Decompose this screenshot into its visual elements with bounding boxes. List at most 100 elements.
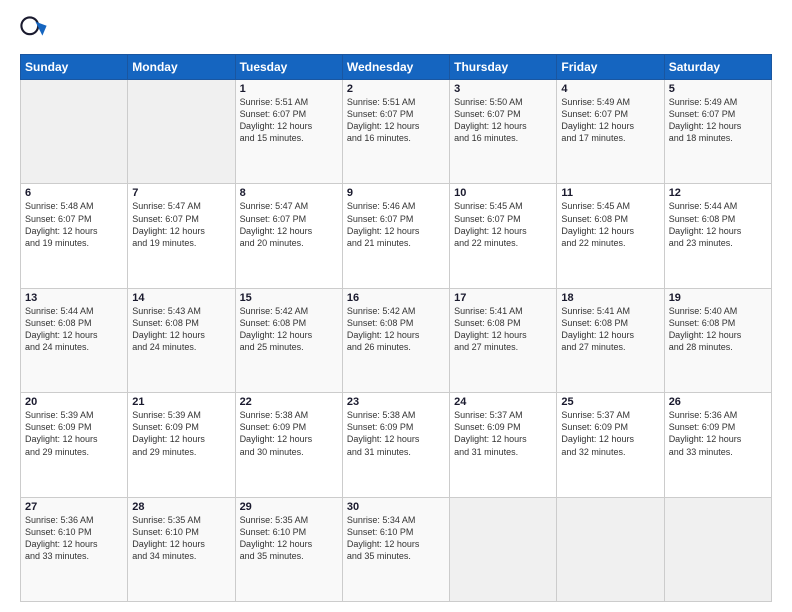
day-number: 2 bbox=[347, 83, 445, 95]
day-info: Sunrise: 5:45 AM Sunset: 6:07 PM Dayligh… bbox=[454, 200, 552, 249]
day-info: Sunrise: 5:50 AM Sunset: 6:07 PM Dayligh… bbox=[454, 96, 552, 145]
day-number: 4 bbox=[561, 83, 659, 95]
calendar-table: SundayMondayTuesdayWednesdayThursdayFrid… bbox=[20, 54, 772, 602]
calendar-week-row: 6Sunrise: 5:48 AM Sunset: 6:07 PM Daylig… bbox=[21, 184, 772, 288]
day-number: 28 bbox=[132, 501, 230, 513]
calendar-week-row: 13Sunrise: 5:44 AM Sunset: 6:08 PM Dayli… bbox=[21, 288, 772, 392]
day-info: Sunrise: 5:39 AM Sunset: 6:09 PM Dayligh… bbox=[132, 409, 230, 458]
day-number: 27 bbox=[25, 501, 123, 513]
calendar-cell: 25Sunrise: 5:37 AM Sunset: 6:09 PM Dayli… bbox=[557, 393, 664, 497]
day-number: 3 bbox=[454, 83, 552, 95]
calendar-cell: 4Sunrise: 5:49 AM Sunset: 6:07 PM Daylig… bbox=[557, 80, 664, 184]
day-info: Sunrise: 5:34 AM Sunset: 6:10 PM Dayligh… bbox=[347, 514, 445, 563]
day-number: 26 bbox=[669, 396, 767, 408]
day-info: Sunrise: 5:42 AM Sunset: 6:08 PM Dayligh… bbox=[347, 305, 445, 354]
day-info: Sunrise: 5:46 AM Sunset: 6:07 PM Dayligh… bbox=[347, 200, 445, 249]
day-of-week-header: Monday bbox=[128, 55, 235, 80]
calendar-cell: 15Sunrise: 5:42 AM Sunset: 6:08 PM Dayli… bbox=[235, 288, 342, 392]
calendar-cell: 8Sunrise: 5:47 AM Sunset: 6:07 PM Daylig… bbox=[235, 184, 342, 288]
calendar-cell: 12Sunrise: 5:44 AM Sunset: 6:08 PM Dayli… bbox=[664, 184, 771, 288]
day-info: Sunrise: 5:37 AM Sunset: 6:09 PM Dayligh… bbox=[561, 409, 659, 458]
day-number: 22 bbox=[240, 396, 338, 408]
logo bbox=[20, 16, 50, 44]
day-number: 12 bbox=[669, 187, 767, 199]
day-number: 9 bbox=[347, 187, 445, 199]
calendar-cell: 22Sunrise: 5:38 AM Sunset: 6:09 PM Dayli… bbox=[235, 393, 342, 497]
calendar-cell: 10Sunrise: 5:45 AM Sunset: 6:07 PM Dayli… bbox=[450, 184, 557, 288]
calendar-cell bbox=[450, 497, 557, 601]
day-info: Sunrise: 5:43 AM Sunset: 6:08 PM Dayligh… bbox=[132, 305, 230, 354]
calendar-cell: 2Sunrise: 5:51 AM Sunset: 6:07 PM Daylig… bbox=[342, 80, 449, 184]
day-number: 30 bbox=[347, 501, 445, 513]
calendar-cell bbox=[557, 497, 664, 601]
day-number: 21 bbox=[132, 396, 230, 408]
day-of-week-header: Tuesday bbox=[235, 55, 342, 80]
day-number: 7 bbox=[132, 187, 230, 199]
calendar-cell bbox=[128, 80, 235, 184]
calendar-cell bbox=[664, 497, 771, 601]
day-info: Sunrise: 5:38 AM Sunset: 6:09 PM Dayligh… bbox=[240, 409, 338, 458]
calendar-cell: 28Sunrise: 5:35 AM Sunset: 6:10 PM Dayli… bbox=[128, 497, 235, 601]
calendar-cell: 3Sunrise: 5:50 AM Sunset: 6:07 PM Daylig… bbox=[450, 80, 557, 184]
calendar-week-row: 1 Sunrise: 5:51 AM Sunset: 6:07 PM Daylig… bbox=[21, 80, 772, 184]
calendar-cell: 23Sunrise: 5:38 AM Sunset: 6:09 PM Dayli… bbox=[342, 393, 449, 497]
day-info: Sunrise: 5:48 AM Sunset: 6:07 PM Dayligh… bbox=[25, 200, 123, 249]
calendar-cell: 21Sunrise: 5:39 AM Sunset: 6:09 PM Dayli… bbox=[128, 393, 235, 497]
day-info: Sunrise: 5:41 AM Sunset: 6:08 PM Dayligh… bbox=[561, 305, 659, 354]
day-number: 18 bbox=[561, 292, 659, 304]
day-number: 15 bbox=[240, 292, 338, 304]
calendar-header-row: SundayMondayTuesdayWednesdayThursdayFrid… bbox=[21, 55, 772, 80]
day-number: 1 bbox=[240, 83, 338, 95]
calendar-cell: 19Sunrise: 5:40 AM Sunset: 6:08 PM Dayli… bbox=[664, 288, 771, 392]
calendar-week-row: 20Sunrise: 5:39 AM Sunset: 6:09 PM Dayli… bbox=[21, 393, 772, 497]
logo-icon bbox=[20, 16, 48, 44]
day-number: 23 bbox=[347, 396, 445, 408]
header bbox=[20, 16, 772, 44]
calendar-cell: 29Sunrise: 5:35 AM Sunset: 6:10 PM Dayli… bbox=[235, 497, 342, 601]
day-number: 11 bbox=[561, 187, 659, 199]
calendar-week-row: 27Sunrise: 5:36 AM Sunset: 6:10 PM Dayli… bbox=[21, 497, 772, 601]
day-number: 29 bbox=[240, 501, 338, 513]
calendar-cell: 13Sunrise: 5:44 AM Sunset: 6:08 PM Dayli… bbox=[21, 288, 128, 392]
day-info: Sunrise: 5:47 AM Sunset: 6:07 PM Dayligh… bbox=[132, 200, 230, 249]
day-info: Sunrise: 5:47 AM Sunset: 6:07 PM Dayligh… bbox=[240, 200, 338, 249]
calendar-cell: 1Sunrise: 5:51 AM Sunset: 6:07 PM Daylig… bbox=[235, 80, 342, 184]
day-number: 10 bbox=[454, 187, 552, 199]
day-info: Sunrise: 5:36 AM Sunset: 6:09 PM Dayligh… bbox=[669, 409, 767, 458]
calendar-cell: 26Sunrise: 5:36 AM Sunset: 6:09 PM Dayli… bbox=[664, 393, 771, 497]
calendar-cell: 17Sunrise: 5:41 AM Sunset: 6:08 PM Dayli… bbox=[450, 288, 557, 392]
calendar-cell: 5Sunrise: 5:49 AM Sunset: 6:07 PM Daylig… bbox=[664, 80, 771, 184]
day-number: 17 bbox=[454, 292, 552, 304]
calendar-cell: 9Sunrise: 5:46 AM Sunset: 6:07 PM Daylig… bbox=[342, 184, 449, 288]
calendar-cell: 16Sunrise: 5:42 AM Sunset: 6:08 PM Dayli… bbox=[342, 288, 449, 392]
day-number: 25 bbox=[561, 396, 659, 408]
day-number: 5 bbox=[669, 83, 767, 95]
day-info: Sunrise: 5:45 AM Sunset: 6:08 PM Dayligh… bbox=[561, 200, 659, 249]
calendar-cell: 6Sunrise: 5:48 AM Sunset: 6:07 PM Daylig… bbox=[21, 184, 128, 288]
day-number: 14 bbox=[132, 292, 230, 304]
calendar-cell: 11Sunrise: 5:45 AM Sunset: 6:08 PM Dayli… bbox=[557, 184, 664, 288]
day-of-week-header: Saturday bbox=[664, 55, 771, 80]
day-info: Sunrise: 5:49 AM Sunset: 6:07 PM Dayligh… bbox=[561, 96, 659, 145]
day-of-week-header: Wednesday bbox=[342, 55, 449, 80]
day-number: 19 bbox=[669, 292, 767, 304]
day-of-week-header: Sunday bbox=[21, 55, 128, 80]
calendar-cell: 30Sunrise: 5:34 AM Sunset: 6:10 PM Dayli… bbox=[342, 497, 449, 601]
day-info: Sunrise: 5:44 AM Sunset: 6:08 PM Dayligh… bbox=[669, 200, 767, 249]
day-info: Sunrise: 5:39 AM Sunset: 6:09 PM Dayligh… bbox=[25, 409, 123, 458]
day-info: Sunrise: 5:36 AM Sunset: 6:10 PM Dayligh… bbox=[25, 514, 123, 563]
day-number: 13 bbox=[25, 292, 123, 304]
day-number: 24 bbox=[454, 396, 552, 408]
day-info: Sunrise: 5:35 AM Sunset: 6:10 PM Dayligh… bbox=[240, 514, 338, 563]
day-of-week-header: Friday bbox=[557, 55, 664, 80]
day-info: Sunrise: 5:49 AM Sunset: 6:07 PM Dayligh… bbox=[669, 96, 767, 145]
day-info: Sunrise: 5:37 AM Sunset: 6:09 PM Dayligh… bbox=[454, 409, 552, 458]
calendar-cell: 7Sunrise: 5:47 AM Sunset: 6:07 PM Daylig… bbox=[128, 184, 235, 288]
calendar-cell bbox=[21, 80, 128, 184]
day-info: Sunrise: 5:51 AM Sunset: 6:07 PM Dayligh… bbox=[347, 96, 445, 145]
calendar-cell: 18Sunrise: 5:41 AM Sunset: 6:08 PM Dayli… bbox=[557, 288, 664, 392]
calendar-cell: 14Sunrise: 5:43 AM Sunset: 6:08 PM Dayli… bbox=[128, 288, 235, 392]
day-number: 6 bbox=[25, 187, 123, 199]
day-number: 20 bbox=[25, 396, 123, 408]
day-info: Sunrise: 5:44 AM Sunset: 6:08 PM Dayligh… bbox=[25, 305, 123, 354]
